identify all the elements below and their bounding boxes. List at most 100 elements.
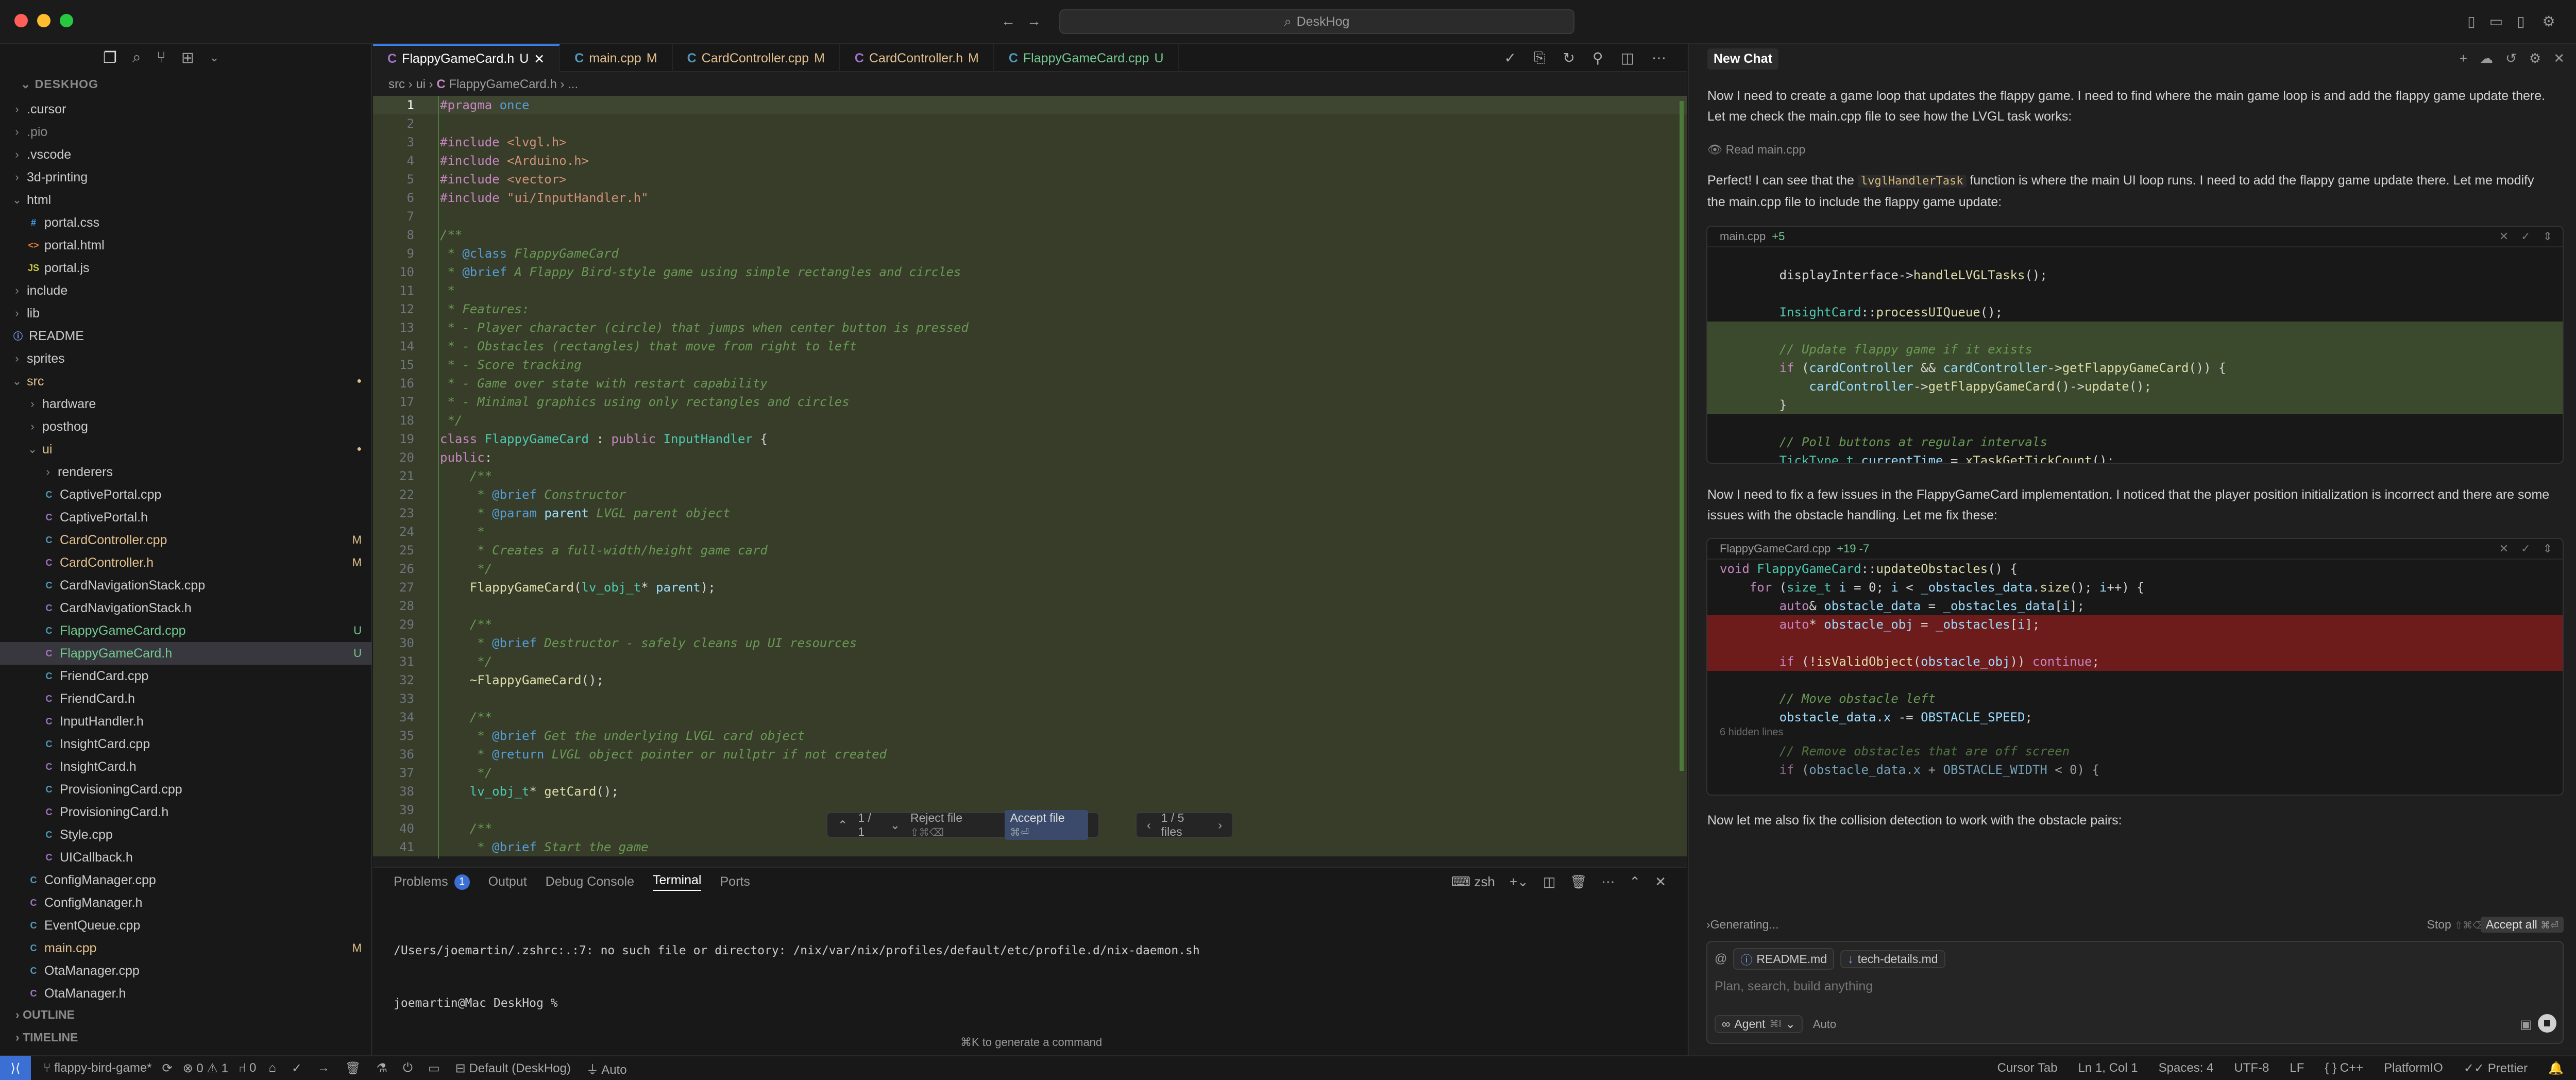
file-item[interactable]: C CaptivePortal.cpp xyxy=(0,483,372,506)
file-item[interactable]: C ProvisioningCard.h xyxy=(0,801,372,823)
chevron-down-icon[interactable]: ⌄ xyxy=(210,51,219,64)
file-item[interactable]: C CardNavigationStack.h xyxy=(0,597,372,619)
language-mode[interactable]: { } C++ xyxy=(2325,1061,2363,1076)
file-item[interactable]: C UICallback.h xyxy=(0,846,372,869)
panel-tab-problems[interactable]: Problems xyxy=(394,874,448,889)
toggle-sidebar-icon[interactable]: ▯ xyxy=(2463,12,2480,30)
remote-indicator-icon[interactable]: ⟩⟨ xyxy=(0,1056,31,1080)
chat-tab-new-chat[interactable]: New Chat xyxy=(1707,48,1778,70)
file-item[interactable]: ⓘ README xyxy=(0,325,372,347)
file-item[interactable]: C OtaManager.h xyxy=(0,982,372,1005)
breadcrumb-file[interactable]: FlappyGameCard.h xyxy=(449,77,556,91)
file-item[interactable]: C FriendCard.cpp xyxy=(0,665,372,687)
source-control-icon[interactable]: ⑂ xyxy=(157,49,166,66)
file-item[interactable]: # portal.css xyxy=(0,211,372,234)
tool-read-file[interactable]: 👁 Read main.cpp xyxy=(1707,139,2552,160)
close-icon[interactable]: ✕ xyxy=(534,52,545,67)
home-icon[interactable]: ⌂ xyxy=(268,1061,276,1076)
accept-all-button[interactable]: Accept all ⌘⏎ xyxy=(2480,916,2564,933)
expand-icon[interactable]: ⇕ xyxy=(2543,230,2552,243)
mention-icon[interactable]: @ xyxy=(1715,952,1727,966)
cloud-icon[interactable]: ☁ xyxy=(2480,50,2493,66)
folder-item[interactable]: › lib xyxy=(0,302,372,325)
context-chip-tech-details[interactable]: ↓ tech-details.md xyxy=(1840,950,1945,968)
checkmark-icon[interactable]: ✓ xyxy=(1504,49,1516,66)
agent-mode-selector[interactable]: ∞ Agent ⌘I ⌄ xyxy=(1715,1015,1803,1033)
file-item[interactable]: C ConfigManager.cpp xyxy=(0,869,372,891)
file-item[interactable]: C EventQueue.cpp xyxy=(0,914,372,937)
test-flask-icon[interactable]: ⚗ xyxy=(376,1061,387,1076)
model-selector[interactable]: Auto xyxy=(1813,1018,1836,1031)
timeline-section[interactable]: › TIMELINE xyxy=(15,1031,78,1044)
code-block-filename[interactable]: FlappyGameCard.cpp xyxy=(1720,542,1831,555)
split-terminal-icon[interactable]: ◫ xyxy=(1543,874,1556,890)
folder-item[interactable]: › hardware xyxy=(0,393,372,415)
forward-arrow-icon[interactable]: → xyxy=(1025,12,1043,30)
settings-gear-icon[interactable]: ⚙ xyxy=(2540,12,2557,30)
new-terminal-icon[interactable]: +⌄ xyxy=(1510,874,1529,890)
folder-item[interactable]: › .pio xyxy=(0,121,372,143)
command-center-search[interactable]: ⌕ DeskHog xyxy=(1059,9,1574,34)
context-chip-readme[interactable]: ⓘ README.md xyxy=(1733,948,1835,970)
file-item[interactable]: C Style.cpp xyxy=(0,823,372,846)
panel-tab-ports[interactable]: Ports xyxy=(720,874,750,889)
code-view[interactable]: 1 #pragma once 2 3 #include <lvgl.h> 4 #includ… xyxy=(373,96,1687,856)
chevron-up-icon[interactable]: ⌃ xyxy=(838,818,848,832)
chevron-down-icon[interactable]: ⌄ xyxy=(890,818,900,832)
panel-tab-debug-console[interactable]: Debug Console xyxy=(546,874,634,889)
file-item[interactable]: C FlappyGameCard.h U xyxy=(0,642,372,665)
chevron-right-icon[interactable]: › xyxy=(1218,818,1222,832)
new-chat-icon[interactable]: + xyxy=(2460,50,2467,66)
accept-file-button[interactable]: Accept file ⌘⏎ xyxy=(1005,810,1088,840)
auto-selector[interactable]: ⏚ Auto xyxy=(586,1059,627,1077)
branch-indicator[interactable]: ⑂ flappy-bird-game* xyxy=(43,1061,152,1075)
close-panel-icon[interactable]: ✕ xyxy=(1655,874,1666,890)
trash-icon[interactable]: 🗑 xyxy=(345,1061,361,1076)
explorer-project-title[interactable]: ⌄ DESKHOG xyxy=(21,77,98,91)
hidden-lines-indicator[interactable]: 6 hidden lines xyxy=(1707,727,2563,742)
outline-section[interactable]: › OUTLINE xyxy=(15,1008,75,1022)
file-item[interactable]: C InsightCard.h xyxy=(0,755,372,778)
indentation-status[interactable]: Spaces: 4 xyxy=(2159,1061,2214,1076)
folder-item[interactable]: › posthog xyxy=(0,415,372,438)
file-item[interactable]: C CaptivePortal.h xyxy=(0,506,372,529)
back-arrow-icon[interactable]: ← xyxy=(999,12,1017,30)
checkmark-icon[interactable]: ✓ xyxy=(2521,542,2530,555)
breadcrumb-ui[interactable]: ui xyxy=(416,77,426,91)
file-item[interactable]: C ConfigManager.h xyxy=(0,891,372,914)
terminal-icon[interactable]: ▭ xyxy=(428,1061,440,1076)
prettier-status[interactable]: ✓✓ Prettier xyxy=(2464,1061,2528,1076)
chat-input[interactable] xyxy=(1715,976,2487,997)
more-actions-icon[interactable]: ⋯ xyxy=(1601,874,1615,890)
folder-item[interactable]: ⌄ html xyxy=(0,189,372,211)
breadcrumb-src[interactable]: src xyxy=(388,77,405,91)
expand-icon[interactable]: ⇕ xyxy=(2543,542,2552,555)
folder-item[interactable]: › 3d-printing xyxy=(0,166,372,189)
trash-icon[interactable]: 🗑 xyxy=(1570,874,1587,890)
close-window-button[interactable] xyxy=(14,14,28,27)
chevron-left-icon[interactable]: ‹ xyxy=(1147,818,1151,832)
cursor-tab-status[interactable]: Cursor Tab xyxy=(1997,1061,2058,1076)
files-icon[interactable]: ❐ xyxy=(103,49,117,67)
terminal-shell-indicator[interactable]: ⌨ zsh xyxy=(1451,874,1495,890)
folder-item[interactable]: ⌄ src ● xyxy=(0,370,372,393)
problems-indicator[interactable]: ⊗ 0 ⚠ 1 xyxy=(183,1061,228,1076)
image-attach-icon[interactable]: ▣ xyxy=(2520,1017,2532,1032)
settings-gear-icon[interactable]: ⚙ xyxy=(2529,50,2541,66)
eol-status[interactable]: LF xyxy=(2290,1061,2304,1076)
file-item[interactable]: <> portal.html xyxy=(0,234,372,257)
folder-item[interactable]: › renderers xyxy=(0,461,372,483)
file-item[interactable]: C CardController.h M xyxy=(0,551,372,574)
file-item[interactable]: C InsightCard.cpp xyxy=(0,733,372,755)
maximize-panel-icon[interactable]: ⌃ xyxy=(1629,874,1640,890)
search-icon[interactable]: ⌕ xyxy=(132,49,141,66)
platformio-status[interactable]: PlatformIO xyxy=(2384,1061,2443,1076)
terminal-output[interactable]: /Users/joemartin/.zshrc:.:7: no such fil… xyxy=(394,907,1200,1047)
cursor-position[interactable]: Ln 1, Col 1 xyxy=(2078,1061,2138,1076)
history-icon[interactable]: ↺ xyxy=(2505,50,2517,66)
file-item[interactable]: C ProvisioningCard.cpp xyxy=(0,778,372,801)
more-actions-icon[interactable]: ⋯ xyxy=(1652,49,1666,66)
reject-file-button[interactable]: Reject file ⇧⌘⌫ xyxy=(910,811,994,839)
diff-icon[interactable]: ↻ xyxy=(1563,49,1575,66)
sync-icon[interactable]: ⟳ xyxy=(162,1061,173,1076)
